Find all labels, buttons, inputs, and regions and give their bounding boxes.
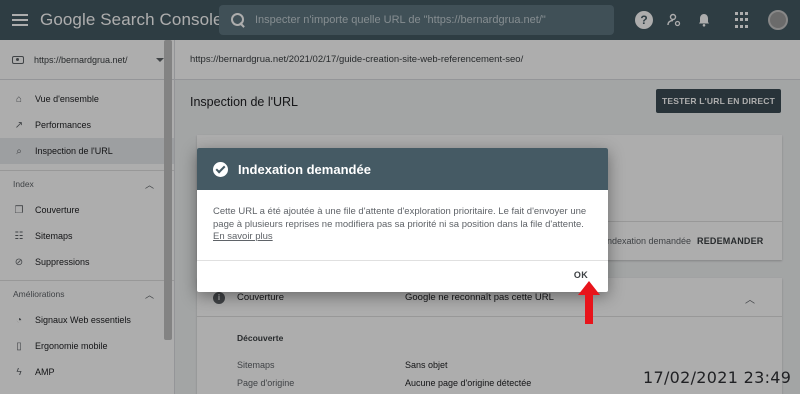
learn-more-link[interactable]: En savoir plus — [213, 231, 273, 242]
timestamp: 17/02/2021 23:49 — [643, 368, 792, 387]
red-arrow-annotation — [578, 281, 600, 324]
dialog-message: Cette URL a été ajoutée à une file d'att… — [213, 206, 587, 230]
dialog-title: Indexation demandée — [238, 161, 371, 177]
divider — [197, 260, 608, 261]
dialog-body: Cette URL a été ajoutée à une file d'att… — [197, 190, 608, 260]
indexing-requested-dialog: Indexation demandée Cette URL a été ajou… — [197, 148, 608, 292]
check-circle-icon — [213, 161, 228, 177]
ok-button[interactable]: OK — [574, 270, 588, 280]
dialog-header: Indexation demandée — [197, 148, 608, 190]
